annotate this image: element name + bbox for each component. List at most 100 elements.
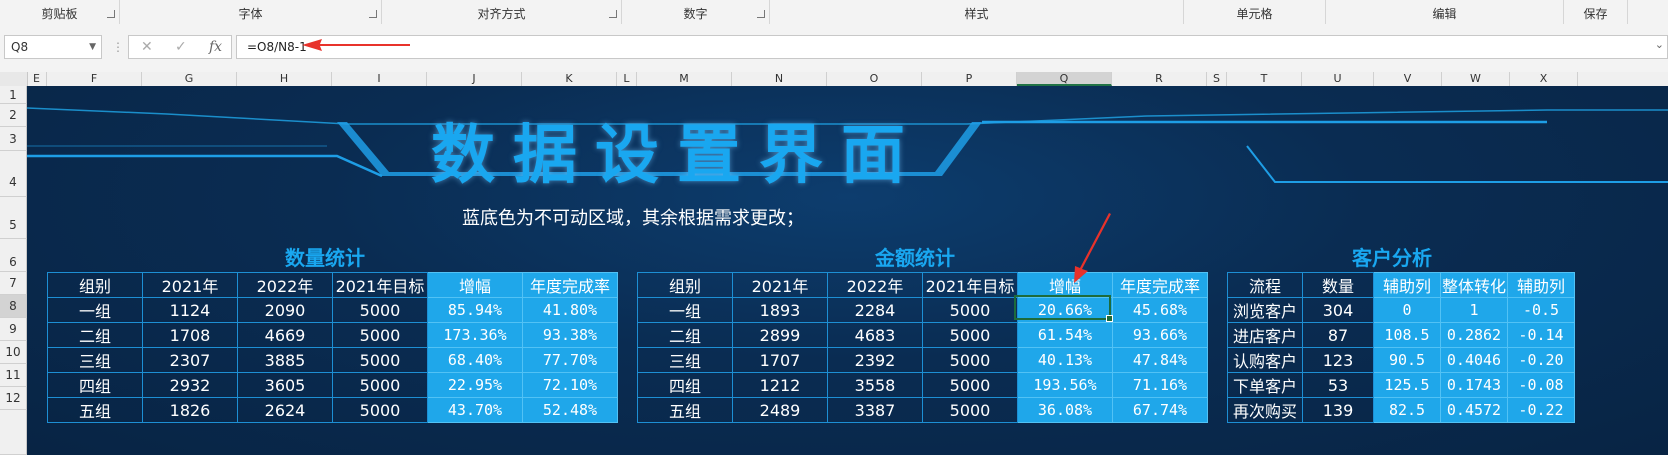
table-cell[interactable]: 再次购买: [1227, 397, 1303, 423]
table-header[interactable]: 2021年目标: [922, 272, 1018, 298]
table-header[interactable]: 增幅: [427, 272, 523, 298]
table-header[interactable]: 组别: [637, 272, 733, 298]
table-cell[interactable]: 108.5: [1373, 322, 1441, 348]
column-header[interactable]: L: [617, 72, 637, 86]
row-header[interactable]: 7: [0, 272, 27, 295]
table-cell[interactable]: 90.5: [1373, 347, 1441, 373]
table-cell[interactable]: 四组: [637, 372, 733, 398]
table-header[interactable]: 数量: [1302, 272, 1374, 298]
table-cell[interactable]: 1707: [732, 347, 828, 373]
insert-function-icon[interactable]: fx: [209, 39, 222, 55]
dialog-launcher-icon[interactable]: [609, 10, 617, 18]
dialog-launcher-icon[interactable]: [757, 10, 765, 18]
table-cell[interactable]: 一组: [637, 297, 733, 323]
column-header[interactable]: S: [1207, 72, 1227, 86]
row-header[interactable]: 5: [0, 197, 27, 239]
row-header[interactable]: 10: [0, 341, 27, 364]
table-cell[interactable]: 五组: [47, 397, 143, 423]
table-cell[interactable]: 0.1743: [1440, 372, 1508, 398]
table-header[interactable]: 2022年: [827, 272, 923, 298]
ribbon-group-alignment[interactable]: 对齐方式: [382, 0, 622, 24]
table-header[interactable]: 辅助列: [1507, 272, 1575, 298]
table-cell[interactable]: 5000: [332, 297, 428, 323]
table-cell[interactable]: 4669: [237, 322, 333, 348]
splitter-handle-icon[interactable]: ⋮: [112, 40, 124, 54]
table-cell[interactable]: 53: [1302, 372, 1374, 398]
column-header[interactable]: E: [27, 72, 47, 86]
table-cell[interactable]: 认购客户: [1227, 347, 1303, 373]
table-cell[interactable]: 5000: [332, 322, 428, 348]
table-cell[interactable]: 浏览客户: [1227, 297, 1303, 323]
table-cell[interactable]: 2392: [827, 347, 923, 373]
table-cell[interactable]: 2899: [732, 322, 828, 348]
table-header[interactable]: 2021年目标: [332, 272, 428, 298]
dialog-launcher-icon[interactable]: [107, 10, 115, 18]
column-header[interactable]: W: [1442, 72, 1510, 86]
table-cell[interactable]: 85.94%: [427, 297, 523, 323]
table-header[interactable]: 流程: [1227, 272, 1303, 298]
column-header[interactable]: I: [332, 72, 427, 86]
row-header[interactable]: 6: [0, 239, 27, 272]
table-header[interactable]: 2021年: [732, 272, 828, 298]
table-cell[interactable]: 0.4046: [1440, 347, 1508, 373]
table-cell[interactable]: 四组: [47, 372, 143, 398]
row-header[interactable]: 9: [0, 318, 27, 341]
column-header[interactable]: F: [47, 72, 142, 86]
column-header[interactable]: R: [1112, 72, 1207, 86]
table-header[interactable]: 辅助列: [1373, 272, 1441, 298]
row-header[interactable]: 3: [0, 127, 27, 151]
row-header[interactable]: 4: [0, 151, 27, 197]
table-cell[interactable]: 三组: [637, 347, 733, 373]
column-header[interactable]: X: [1510, 72, 1578, 86]
table-cell[interactable]: 5000: [922, 347, 1018, 373]
table-cell[interactable]: 3605: [237, 372, 333, 398]
column-header[interactable]: T: [1227, 72, 1302, 86]
table-cell[interactable]: 2932: [142, 372, 238, 398]
table-cell[interactable]: 47.84%: [1112, 347, 1208, 373]
table-cell[interactable]: 3885: [237, 347, 333, 373]
table-cell[interactable]: -0.14: [1507, 322, 1575, 348]
row-header[interactable]: 12: [0, 387, 27, 410]
table-cell[interactable]: 45.68%: [1112, 297, 1208, 323]
table-cell[interactable]: 2090: [237, 297, 333, 323]
table-cell[interactable]: 2624: [237, 397, 333, 423]
enter-icon[interactable]: ✓: [175, 39, 187, 55]
table-cell[interactable]: -0.08: [1507, 372, 1575, 398]
table-header[interactable]: 年度完成率: [1112, 272, 1208, 298]
table-cell[interactable]: 下单客户: [1227, 372, 1303, 398]
table-cell[interactable]: 5000: [332, 347, 428, 373]
table-cell[interactable]: 5000: [332, 397, 428, 423]
table-cell[interactable]: -0.20: [1507, 347, 1575, 373]
column-header[interactable]: H: [237, 72, 332, 86]
table-header[interactable]: 整体转化: [1440, 272, 1508, 298]
table-cell[interactable]: 139: [1302, 397, 1374, 423]
column-header[interactable]: K: [522, 72, 617, 86]
expand-formula-bar-icon[interactable]: ⌄: [1655, 38, 1664, 51]
table-cell[interactable]: 72.10%: [522, 372, 618, 398]
table-header[interactable]: 年度完成率: [522, 272, 618, 298]
cancel-icon[interactable]: ✕: [141, 39, 153, 55]
table-cell[interactable]: 43.70%: [427, 397, 523, 423]
table-header[interactable]: 2021年: [142, 272, 238, 298]
column-header[interactable]: P: [922, 72, 1017, 86]
table-cell[interactable]: 123: [1302, 347, 1374, 373]
table-cell[interactable]: 0.2862: [1440, 322, 1508, 348]
row-header[interactable]: 1: [0, 86, 27, 104]
table-cell[interactable]: 71.16%: [1112, 372, 1208, 398]
column-header[interactable]: M: [637, 72, 732, 86]
column-header[interactable]: J: [427, 72, 522, 86]
table-cell[interactable]: 87: [1302, 322, 1374, 348]
table-header[interactable]: 2022年: [237, 272, 333, 298]
table-cell[interactable]: 1708: [142, 322, 238, 348]
ribbon-group-styles[interactable]: 样式: [770, 0, 1184, 24]
row-header[interactable]: 11: [0, 364, 27, 387]
table-cell[interactable]: 22.95%: [427, 372, 523, 398]
table-cell[interactable]: 3387: [827, 397, 923, 423]
row-header-empty[interactable]: [0, 410, 27, 455]
table-cell[interactable]: 40.13%: [1017, 347, 1113, 373]
column-header[interactable]: G: [142, 72, 237, 86]
column-header[interactable]: O: [827, 72, 922, 86]
table-cell[interactable]: 三组: [47, 347, 143, 373]
table-cell[interactable]: 5000: [332, 372, 428, 398]
table-cell[interactable]: 2489: [732, 397, 828, 423]
